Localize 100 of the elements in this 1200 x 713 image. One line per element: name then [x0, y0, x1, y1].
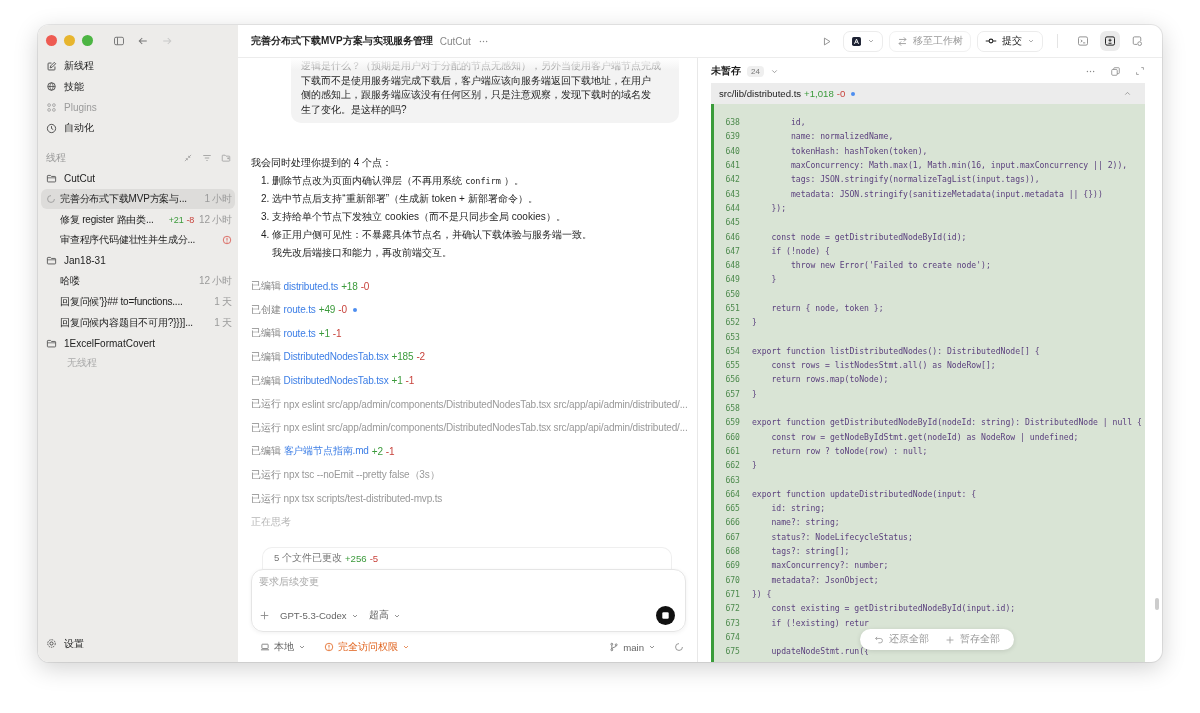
line-number: 648: [724, 260, 741, 271]
added-count: +21: [168, 214, 184, 225]
activity-label: 已编辑: [251, 444, 281, 459]
command-text: npx eslint src/app/admin/components/DistributedNodesTab.tsx src/app/api/admin/distributed/...: [283, 398, 688, 410]
sidebar-toggle-icon[interactable]: [113, 34, 125, 47]
code-text: const existing = getDistributedNodeById(input.id);: [770, 603, 1016, 614]
location-dropdown[interactable]: 本地: [260, 640, 306, 654]
thread-item[interactable]: 回复问候'}}## to=functions.... 1 天: [41, 291, 235, 313]
line-number: 667: [724, 531, 741, 542]
line-number: 675: [724, 646, 741, 657]
new-folder-icon[interactable]: [221, 152, 231, 163]
file-link[interactable]: DistributedNodesTab.tsx: [283, 351, 389, 363]
code-text: id,: [789, 117, 806, 128]
line-number: 638: [724, 117, 741, 128]
stop-icon[interactable]: [656, 606, 675, 625]
undo-icon: [874, 634, 884, 645]
line-number: 645: [724, 217, 741, 228]
activity-label: 已运行: [251, 467, 281, 482]
line-number: 673: [724, 617, 741, 628]
thread-item[interactable]: 修复 register 路由类... +21 -8 12 小时: [41, 209, 235, 231]
activity-label: 已创建: [251, 302, 281, 317]
code-text: if (!node) {: [770, 245, 830, 256]
permission-dropdown[interactable]: 完全访问权限: [324, 640, 410, 654]
code-text: tags?: string[];: [770, 546, 850, 557]
line-number: 674: [724, 631, 741, 642]
code-text: }: [752, 388, 757, 399]
branch-icon: [609, 642, 620, 652]
code-text: maxConcurrency: Math.max(1, Math.min(16, input.maxConcurrency || 2)),: [789, 160, 1128, 171]
branch-dropdown[interactable]: main: [609, 641, 656, 653]
file-header[interactable]: src/lib/distributed.ts +1,018 -0: [711, 83, 1145, 104]
browser-icon[interactable]: [1131, 35, 1143, 47]
line-number: 642: [724, 174, 741, 185]
scrollbar-thumb[interactable]: [1155, 598, 1159, 610]
filter-icon[interactable]: [202, 152, 212, 163]
thread-item[interactable]: 回复问候内容题目不可用?}}}]... 1 天: [41, 312, 235, 333]
terminal-icon[interactable]: [1077, 35, 1089, 47]
window-title: 完善分布式下载MVP方案与实现服务管理: [251, 34, 433, 48]
list-item-text: 删除节点改为页面内确认弹层（不再用系统 confirm ）。: [272, 174, 524, 189]
close-button[interactable]: [46, 35, 57, 46]
thread-item[interactable]: 审查程序代码健壮性并生成分...: [41, 230, 235, 251]
line-number: 663: [724, 474, 741, 485]
list-number: 3.: [261, 210, 270, 225]
line-number: 650: [724, 288, 741, 299]
file-link[interactable]: DistributedNodesTab.tsx: [283, 375, 389, 387]
code-text: id: string;: [770, 503, 826, 514]
removed-count: -1: [405, 375, 415, 387]
thread-time: 1 天: [214, 315, 232, 330]
file-link[interactable]: route.ts: [283, 327, 316, 339]
folder-icon: [46, 173, 57, 185]
removed-count: -0: [836, 88, 846, 99]
code-text: metadata?: JsonObject;: [770, 574, 879, 585]
expand-icon[interactable]: [1135, 66, 1145, 76]
nav-item[interactable]: 新线程: [41, 56, 235, 77]
added-count: +1: [391, 375, 403, 387]
copy-icon[interactable]: [1110, 65, 1121, 77]
play-icon[interactable]: [821, 35, 832, 47]
line-number: 671: [724, 588, 741, 599]
project-folder[interactable]: CutCut: [41, 168, 235, 189]
line-number: 658: [724, 403, 741, 414]
removed-count: -0: [338, 304, 347, 316]
minimize-button[interactable]: [64, 35, 75, 46]
code-text: name?: string;: [770, 517, 840, 528]
code-text: const rows = listNodesStmt.all() as NodeRow[];: [770, 360, 996, 371]
zoom-button[interactable]: [82, 35, 93, 46]
line-number: 670: [724, 574, 741, 585]
file-link[interactable]: 客户端节点指南.md: [283, 444, 369, 459]
prompt-field[interactable]: 要求后续变更: [259, 576, 459, 587]
list-item-text: 修正用户侧可见性：不暴露具体节点名，并确认下载体验与服务端一致。: [272, 228, 593, 243]
nav-item[interactable]: 自动化: [41, 117, 235, 139]
removed-count: -1: [332, 327, 342, 339]
thinking-status: 正在思考: [251, 515, 292, 530]
project-folder[interactable]: Jan18-31: [41, 250, 235, 272]
line-number: 659: [724, 417, 741, 428]
thread-title: 完善分布式下载MVP方案与...: [60, 192, 188, 207]
line-number: 655: [724, 360, 741, 371]
nav-item[interactable]: 技能: [41, 76, 235, 98]
settings-item[interactable]: 设置: [41, 633, 235, 654]
thread-item[interactable]: 哈喽 12 小时: [41, 271, 235, 292]
line-number: 653: [724, 331, 741, 342]
commit-button[interactable]: 提交: [977, 30, 1043, 52]
file-link[interactable]: route.ts: [283, 304, 316, 316]
activity-label: 已编辑: [251, 349, 281, 364]
line-number: 656: [724, 374, 741, 385]
line-number: 652: [724, 317, 741, 328]
section-title: 线程: [46, 150, 67, 165]
model-dropdown[interactable]: GPT-5.3-Codex: [280, 610, 359, 621]
code-text: tokenHash: hashToken(token),: [789, 145, 928, 156]
project-folder[interactable]: 1ExcelFormatCovert: [41, 332, 235, 354]
code-text: const node = getDistributedNodeById(id);: [770, 231, 967, 242]
diff-toggle-button[interactable]: [1100, 31, 1120, 51]
added-count: +2: [371, 445, 383, 457]
code-text: if (!existing) retur: [770, 617, 869, 628]
effort-dropdown[interactable]: 超高: [368, 609, 401, 622]
model-selector[interactable]: [843, 30, 883, 52]
collapse-icon[interactable]: [183, 152, 193, 163]
laptop-icon: [260, 642, 270, 652]
activity-label: 已运行: [251, 397, 281, 412]
changes-summary[interactable]: 5 个文件已更改 +256 -5: [262, 547, 672, 569]
file-link[interactable]: distributed.ts: [283, 280, 339, 292]
add-icon[interactable]: [259, 610, 270, 621]
